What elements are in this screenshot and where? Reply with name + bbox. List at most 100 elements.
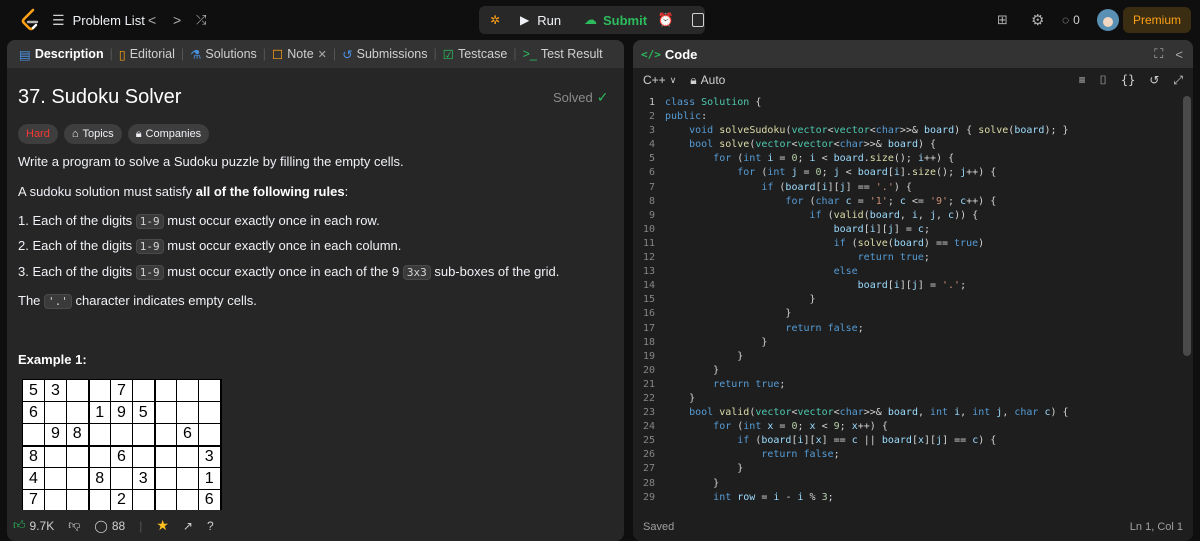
share-button[interactable]: ↗ <box>183 519 193 533</box>
code-line[interactable]: 1 class Solution { <box>633 96 1183 110</box>
code-line[interactable]: 24 for (int x = 0; x < 9; x++) { <box>633 420 1183 434</box>
share-icon: ↗ <box>182 518 193 533</box>
bug-icon: ✲ <box>490 13 501 27</box>
sudoku-cell <box>88 445 111 468</box>
code-text: } <box>665 336 768 348</box>
run-button[interactable]: ▶ Run <box>520 6 561 34</box>
line-number: 6 <box>648 167 655 179</box>
empty-note-b: character indicates empty cells. <box>71 293 257 308</box>
next-problem-button[interactable]: > <box>173 10 181 30</box>
submit-button[interactable]: ☁ Submit <box>584 6 647 34</box>
code-line[interactable]: 21 return true; <box>633 378 1183 392</box>
code-line[interactable]: 6 for (int j = 0; j < board[i].size(); j… <box>633 166 1183 180</box>
code-line[interactable]: 11 if (solve(board) == true) <box>633 237 1183 251</box>
sudoku-cell: 3 <box>44 379 67 402</box>
code-panel-header: </> Code ⛶ < <box>633 40 1193 68</box>
editor-scrollbar[interactable] <box>1183 96 1191 356</box>
problem-title[interactable]: 37. Sudoku Solver <box>18 86 181 109</box>
tab-editorial[interactable]: ▯ Editorial <box>113 47 181 62</box>
code-text: return false; <box>785 322 864 334</box>
note-icon <box>692 13 704 27</box>
code-line[interactable]: 7 if (board[i][j] == '.') { <box>633 181 1183 195</box>
code-line[interactable]: 3 void solveSudoku(vector<vector<char>>&… <box>633 124 1183 138</box>
bookmark-icon[interactable]: ⌷ <box>1100 73 1107 88</box>
code-line[interactable]: 22 } <box>633 392 1183 406</box>
rule-3-text-a: 3. Each of the digits <box>18 264 136 279</box>
code-line[interactable]: 14 board[i][j] = '.'; <box>633 279 1183 293</box>
previous-problem-button[interactable]: < <box>148 10 156 30</box>
format-icon[interactable]: ≡ <box>1079 73 1086 87</box>
line-number: 22 <box>642 392 655 404</box>
avatar[interactable] <box>1097 9 1119 31</box>
line-number: 14 <box>642 280 655 292</box>
note-icon: ☐ <box>272 47 284 62</box>
code-line[interactable]: 16 } <box>633 307 1183 321</box>
comments-button[interactable]: ◯ 88 <box>94 519 125 533</box>
code-line[interactable]: 18 } <box>633 336 1183 350</box>
companies-chip[interactable]: 🔒︎ Companies <box>127 124 210 144</box>
braces-icon[interactable]: {} <box>1121 73 1135 87</box>
code-line[interactable]: 9 if (valid(board, i, j, c)) { <box>633 209 1183 223</box>
code-line[interactable]: 4 bool solve(vector<vector<char>>& board… <box>633 138 1183 152</box>
tab-test-result[interactable]: >_ Test Result <box>517 47 609 61</box>
code-line[interactable]: 19 } <box>633 350 1183 364</box>
close-icon[interactable]: ✕ <box>318 48 327 61</box>
sudoku-cell <box>154 467 177 490</box>
line-number: 29 <box>642 491 655 503</box>
code-line[interactable]: 25 if (board[i][x] == c || board[x][j] =… <box>633 434 1183 448</box>
dislike-button[interactable]: 👎︎ <box>68 518 80 533</box>
fullscreen-icon[interactable]: ⤢ <box>1173 73 1183 88</box>
debug-button[interactable]: ✲ <box>490 11 500 29</box>
code-line[interactable]: 5 for (int i = 0; i < board.size(); i++)… <box>633 152 1183 166</box>
code-line[interactable]: 8 for (char c = '1'; c <= '9'; c++) { <box>633 195 1183 209</box>
tab-description[interactable]: ▤ Description <box>13 47 110 62</box>
layout-button[interactable]: ⊞ <box>997 11 1008 29</box>
favorite-button[interactable]: ★ <box>156 517 169 534</box>
sudoku-row: 7 2 6 <box>22 489 222 510</box>
tab-testcase[interactable]: ☑ Testcase <box>437 47 514 62</box>
code-line[interactable]: 10 board[i][j] = c; <box>633 223 1183 237</box>
expand-icon[interactable]: ⛶ <box>1154 46 1163 62</box>
sudoku-cell: 4 <box>22 467 45 490</box>
streak-counter[interactable]: ◌ 0 <box>1062 10 1080 30</box>
reset-icon[interactable]: ↺ <box>1149 73 1159 87</box>
collapse-icon[interactable]: < <box>1175 47 1183 62</box>
tab-note[interactable]: ☐ Note ✕ <box>266 47 333 62</box>
help-button[interactable]: ? <box>207 519 214 533</box>
problem-list-button[interactable]: ☰ Problem List <box>52 10 145 30</box>
sudoku-cell: 7 <box>22 489 45 510</box>
sudoku-cell <box>22 423 45 447</box>
sudoku-cell <box>154 401 177 424</box>
like-button[interactable]: 👍︎ 9.7K <box>13 518 54 533</box>
code-line[interactable]: 29 int row = i - i % 3; <box>633 491 1183 505</box>
code-line[interactable]: 27 } <box>633 462 1183 476</box>
code-line[interactable]: 13 else <box>633 265 1183 279</box>
tab-solutions[interactable]: ⚗ Solutions <box>184 47 263 62</box>
topics-chip[interactable]: ⌂ Topics <box>63 124 122 144</box>
language-value: C++ <box>643 73 666 87</box>
code-line[interactable]: 20 } <box>633 364 1183 378</box>
sudoku-cell: 5 <box>22 379 45 402</box>
premium-button[interactable]: Premium <box>1123 7 1191 33</box>
tab-submissions[interactable]: ↺ Submissions <box>336 47 433 62</box>
sudoku-cell: 3 <box>198 445 222 468</box>
notes-button[interactable] <box>688 8 708 32</box>
timer-button[interactable]: ⏰ <box>655 8 677 32</box>
code-editor[interactable]: 1 class Solution {2 public: 3 void solveSud… <box>633 96 1183 512</box>
code-line[interactable]: 28 } <box>633 477 1183 491</box>
language-select[interactable]: C++ ∨ <box>643 73 676 87</box>
settings-button[interactable]: ⚙ <box>1031 10 1044 30</box>
leetcode-logo-icon[interactable] <box>20 8 42 32</box>
code-line[interactable]: 26 return false; <box>633 448 1183 462</box>
line-number: 27 <box>642 463 655 475</box>
code-line[interactable]: 2 public: <box>633 110 1183 124</box>
random-problem-button[interactable]: ⤮ <box>196 10 206 30</box>
rule-2-text-a: 2. Each of the digits <box>18 238 136 253</box>
code-line[interactable]: 12 return true; <box>633 251 1183 265</box>
code-line[interactable]: 17 return false; <box>633 322 1183 336</box>
code-line[interactable]: 15 } <box>633 293 1183 307</box>
chevron-down-icon: ∨ <box>669 74 677 85</box>
code-line[interactable]: 23 bool valid(vector<vector<char>>& boar… <box>633 406 1183 420</box>
auto-mode-toggle[interactable]: 🔒︎ Auto <box>690 73 725 88</box>
sudoku-cell <box>154 379 177 402</box>
